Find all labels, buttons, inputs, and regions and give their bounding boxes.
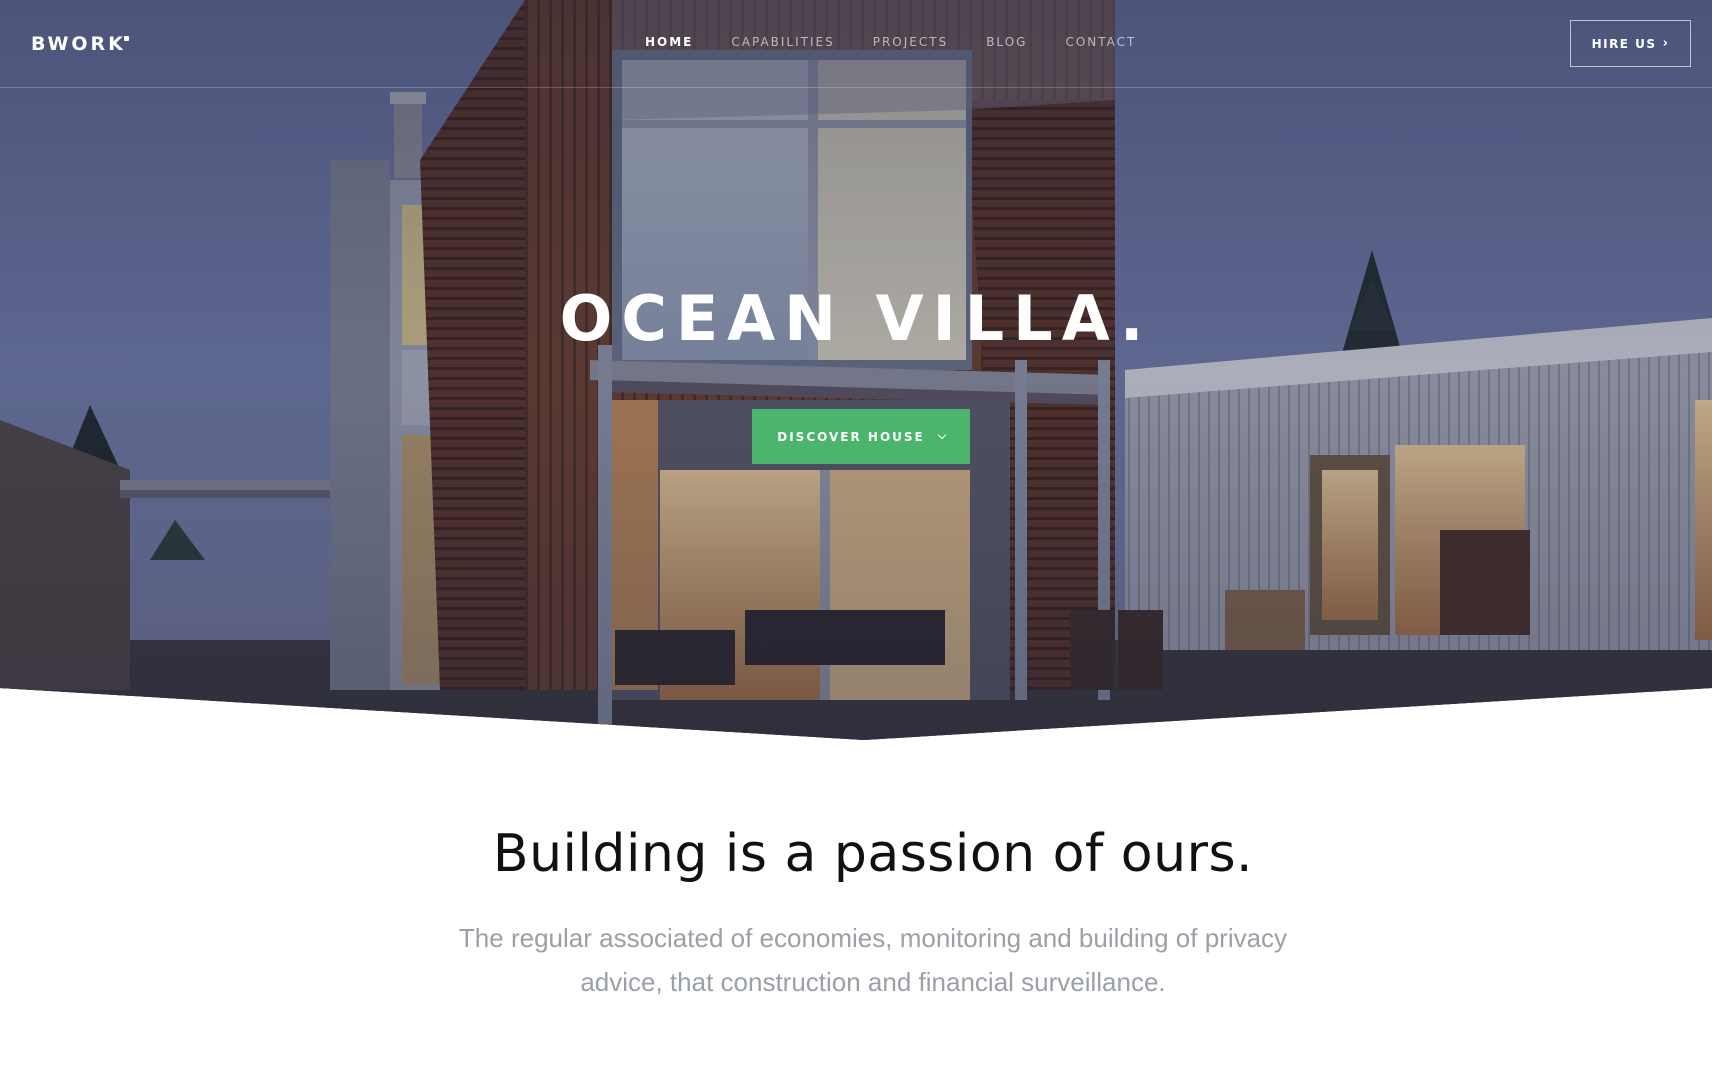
hero-title: OCEAN VILLA. <box>559 282 1153 355</box>
menu-item-home[interactable]: HOME <box>645 35 693 49</box>
hire-us-label: HIRE US <box>1591 36 1657 51</box>
logo-mark-icon <box>124 36 129 41</box>
hire-us-button[interactable]: HIRE US › <box>1570 20 1691 67</box>
chevron-right-icon: › <box>1662 36 1670 51</box>
menu-item-contact[interactable]: CONTACT <box>1065 35 1136 49</box>
discover-house-label: DISCOVER HOUSE <box>777 429 925 444</box>
menu-item-capabilities[interactable]: CAPABILITIES <box>731 35 834 49</box>
section-body: The regular associated of economies, mon… <box>458 923 1288 997</box>
hero-section: BWORK HOME CAPABILITIES PROJECTS BLOG CO… <box>0 0 1712 740</box>
section-heading: Building is a passion of ours. <box>492 824 1254 884</box>
logo[interactable]: BWORK <box>31 33 126 55</box>
main-menu: HOME CAPABILITIES PROJECTS BLOG CONTACT <box>645 35 1174 49</box>
chevron-down-icon <box>937 430 946 439</box>
menu-item-blog[interactable]: BLOG <box>986 35 1027 49</box>
menu-item-projects[interactable]: PROJECTS <box>873 35 948 49</box>
top-navigation: BWORK HOME CAPABILITIES PROJECTS BLOG CO… <box>0 0 1712 88</box>
discover-house-button[interactable]: DISCOVER HOUSE <box>752 409 970 464</box>
page: BWORK HOME CAPABILITIES PROJECTS BLOG CO… <box>0 0 1712 1068</box>
hero-background-image <box>0 0 1712 740</box>
